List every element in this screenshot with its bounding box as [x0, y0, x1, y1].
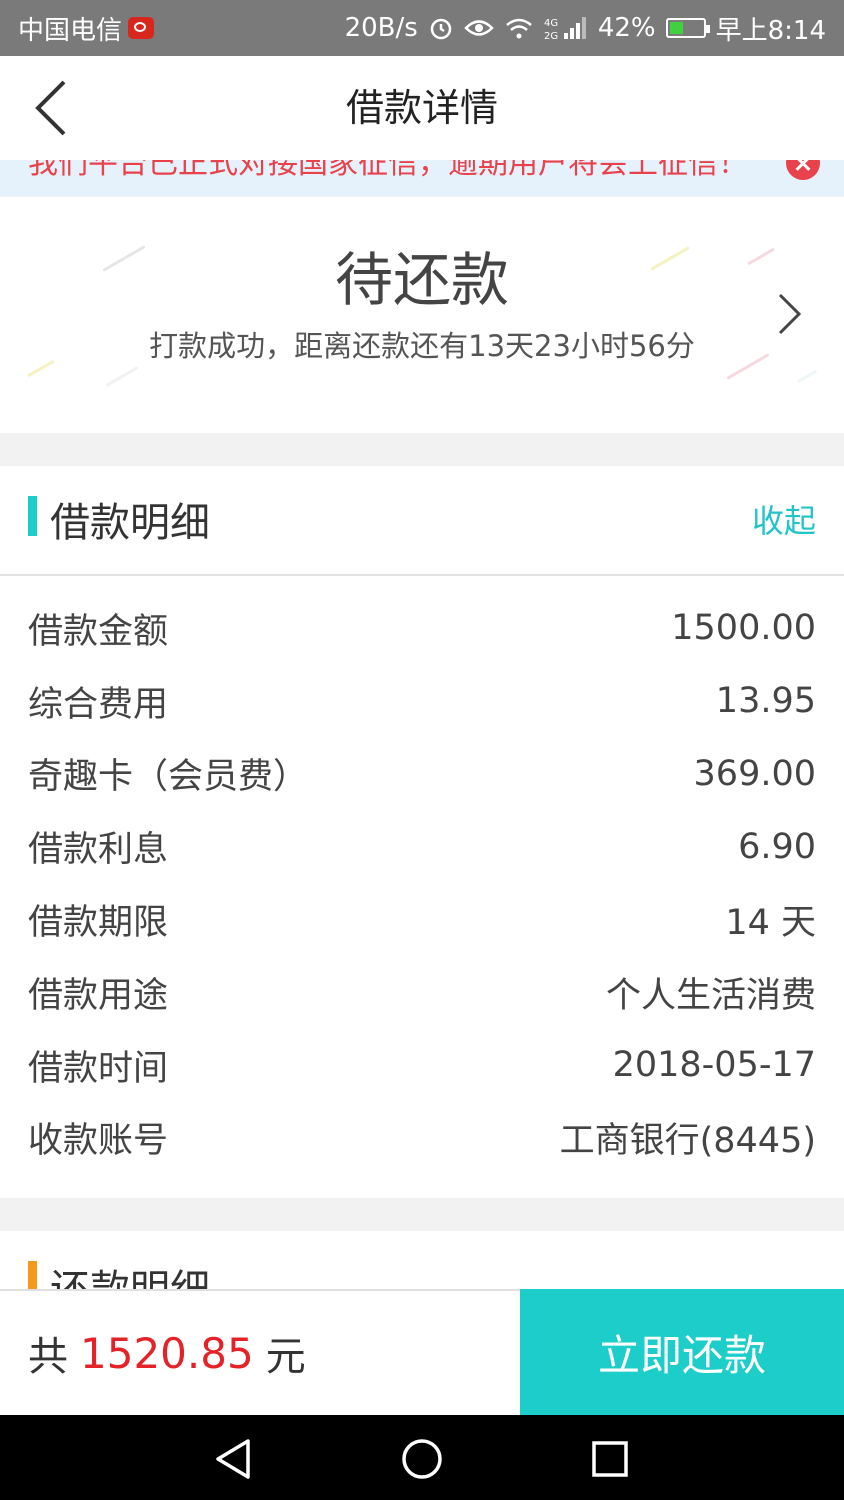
repay-now-button[interactable]: 立即还款: [520, 1289, 844, 1415]
detail-row: 借款时间 2018-05-17: [0, 1029, 844, 1102]
svg-text:2G: 2G: [544, 31, 558, 41]
back-triangle-icon[interactable]: [210, 1435, 258, 1483]
notice-banner: 我们平台已正式对接国家征信，逾期用户将会上征信！: [0, 160, 844, 196]
total-prefix: 共: [28, 1334, 68, 1380]
page-title: 借款详情: [345, 86, 498, 130]
status-bar: 中国电信 20B/s 4G 2G 42% 早上8:14: [0, 0, 844, 56]
detail-row: 奇趣卡（会员费） 369.00: [0, 738, 844, 811]
decorative-line: [105, 366, 139, 387]
detail-label: 借款时间: [28, 1048, 169, 1089]
detail-value: 13.95: [715, 681, 816, 722]
total-unit: 元: [265, 1334, 306, 1380]
detail-row: 收款账号 工商银行(8445): [0, 1102, 844, 1175]
loan-status-title: 待还款: [334, 246, 509, 314]
system-nav-bar: [0, 1415, 844, 1500]
loan-status-subtitle: 打款成功，距离还款还有13天23小时56分: [149, 329, 695, 363]
section-accent-bar: [28, 1261, 37, 1291]
detail-row: 借款用途 个人生活消费: [0, 956, 844, 1029]
detail-value: 14 天: [725, 903, 816, 944]
cellular-signal-icon: 4G 2G: [544, 17, 586, 41]
loan-detail-section: 借款明细 收起 借款金额 1500.00 综合费用 13.95 奇趣卡（会员费） 36…: [0, 466, 844, 1198]
alarm-icon: [430, 18, 452, 40]
total-value: 1520.85: [80, 1328, 254, 1378]
detail-label: 借款利息: [28, 830, 169, 871]
detail-label: 综合费用: [28, 684, 169, 725]
battery-percent: 42%: [597, 13, 656, 43]
detail-value: 2018-05-17: [612, 1045, 816, 1086]
collapse-link[interactable]: 收起: [752, 496, 816, 542]
carrier-icon: [128, 17, 155, 39]
detail-row: 借款期限 14 天: [0, 883, 844, 956]
total-amount: 共 1520.85 元: [28, 1291, 306, 1415]
detail-value: 6.90: [738, 826, 816, 867]
repay-detail-section: 还款明细: [0, 1231, 844, 1291]
net-speed: 20B/s: [344, 13, 418, 43]
home-circle-icon[interactable]: [398, 1435, 446, 1483]
detail-label: 借款期限: [28, 903, 169, 944]
recents-square-icon[interactable]: [586, 1435, 634, 1483]
nav-bar: 借款详情: [0, 56, 844, 160]
close-icon[interactable]: [786, 160, 820, 180]
eye-icon: [464, 20, 494, 36]
detail-row: 借款金额 1500.00: [0, 592, 844, 665]
loan-status-card[interactable]: 待还款 打款成功，距离还款还有13天23小时56分: [0, 197, 844, 433]
detail-value: 工商银行(8445): [559, 1121, 816, 1162]
detail-label: 借款金额: [28, 611, 169, 652]
chevron-right-icon[interactable]: [774, 292, 804, 336]
detail-value: 个人生活消费: [605, 975, 816, 1016]
section-header: 借款明细 收起: [0, 466, 844, 576]
svg-text:4G: 4G: [544, 18, 558, 29]
decorative-line: [796, 369, 818, 384]
notice-text: 我们平台已正式对接国家征信，逾期用户将会上征信！: [28, 160, 748, 181]
detail-label: 借款用途: [28, 975, 169, 1016]
section-title: 还款明细: [50, 1267, 210, 1291]
detail-value: 1500.00: [671, 608, 816, 649]
detail-value: 369.00: [693, 753, 816, 794]
detail-label: 奇趣卡（会员费）: [28, 757, 309, 798]
clock: 早上8:14: [715, 15, 826, 46]
detail-label: 收款账号: [28, 1121, 169, 1162]
wifi-icon: [506, 18, 532, 39]
detail-row: 借款利息 6.90: [0, 810, 844, 883]
detail-row: 综合费用 13.95: [0, 665, 844, 738]
section-accent-bar: [28, 496, 37, 536]
detail-rows: 借款金额 1500.00 综合费用 13.95 奇趣卡（会员费） 369.00 借款利…: [0, 592, 844, 1174]
section-title: 借款明细: [50, 500, 210, 546]
bottom-pay-bar: 共 1520.85 元 立即还款: [0, 1289, 844, 1415]
battery-icon: [665, 18, 710, 38]
carrier-name: 中国电信: [18, 15, 123, 46]
